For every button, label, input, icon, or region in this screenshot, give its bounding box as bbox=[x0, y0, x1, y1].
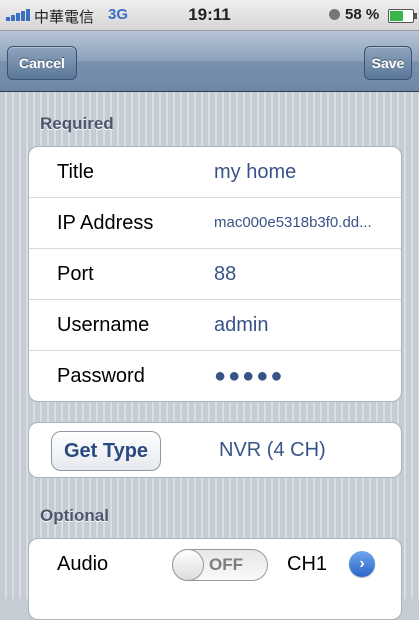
ip-address-field[interactable]: mac000e5318b3f0.dd... bbox=[214, 198, 372, 248]
port-label: Port bbox=[57, 263, 94, 285]
disclosure-arrow-icon[interactable]: › bbox=[349, 551, 375, 577]
title-row[interactable]: Title my home bbox=[29, 147, 401, 198]
port-row[interactable]: Port 88 bbox=[29, 249, 401, 300]
username-field[interactable]: admin bbox=[214, 300, 268, 350]
save-button[interactable]: Save bbox=[364, 46, 412, 80]
optional-fields-group: Audio OFF CH1 › bbox=[28, 538, 402, 620]
audio-toggle[interactable]: OFF bbox=[172, 549, 268, 581]
optional-section-header: Optional bbox=[40, 506, 109, 525]
device-type-value: NVR (4 CH) bbox=[219, 439, 326, 461]
settings-form[interactable]: Required Title my home IP Address mac000… bbox=[0, 92, 419, 620]
password-row[interactable]: Password ●●●●● bbox=[29, 351, 401, 401]
battery-fill bbox=[390, 11, 403, 21]
ip-address-label: IP Address bbox=[57, 212, 154, 234]
required-fields-group: Title my home IP Address mac000e5318b3f0… bbox=[28, 146, 402, 402]
password-field[interactable]: ●●●●● bbox=[214, 351, 284, 401]
status-bar: 中華電信 3G 19:11 58 % bbox=[0, 0, 419, 31]
battery-percentage: 58 % bbox=[345, 6, 380, 23]
battery-icon bbox=[388, 9, 417, 23]
audio-toggle-state: OFF bbox=[209, 555, 243, 574]
ip-address-row[interactable]: IP Address mac000e5318b3f0.dd... bbox=[29, 198, 401, 249]
required-section-header: Required bbox=[40, 114, 114, 133]
password-label: Password bbox=[57, 365, 145, 387]
port-field[interactable]: 88 bbox=[214, 249, 236, 299]
rotation-lock-icon bbox=[329, 9, 340, 20]
username-row[interactable]: Username admin bbox=[29, 300, 401, 351]
navigation-bar: Cancel Save bbox=[0, 31, 419, 92]
username-label: Username bbox=[57, 314, 150, 336]
get-type-button[interactable]: Get Type bbox=[51, 431, 161, 471]
toggle-knob bbox=[172, 549, 204, 581]
title-label: Title bbox=[57, 161, 95, 183]
audio-channel: CH1 bbox=[287, 553, 328, 575]
cancel-button[interactable]: Cancel bbox=[7, 46, 77, 80]
title-field[interactable]: my home bbox=[214, 147, 296, 197]
audio-row[interactable]: Audio OFF CH1 › bbox=[29, 539, 401, 589]
type-group: Get Type NVR (4 CH) bbox=[28, 422, 402, 478]
audio-label: Audio bbox=[57, 553, 109, 575]
